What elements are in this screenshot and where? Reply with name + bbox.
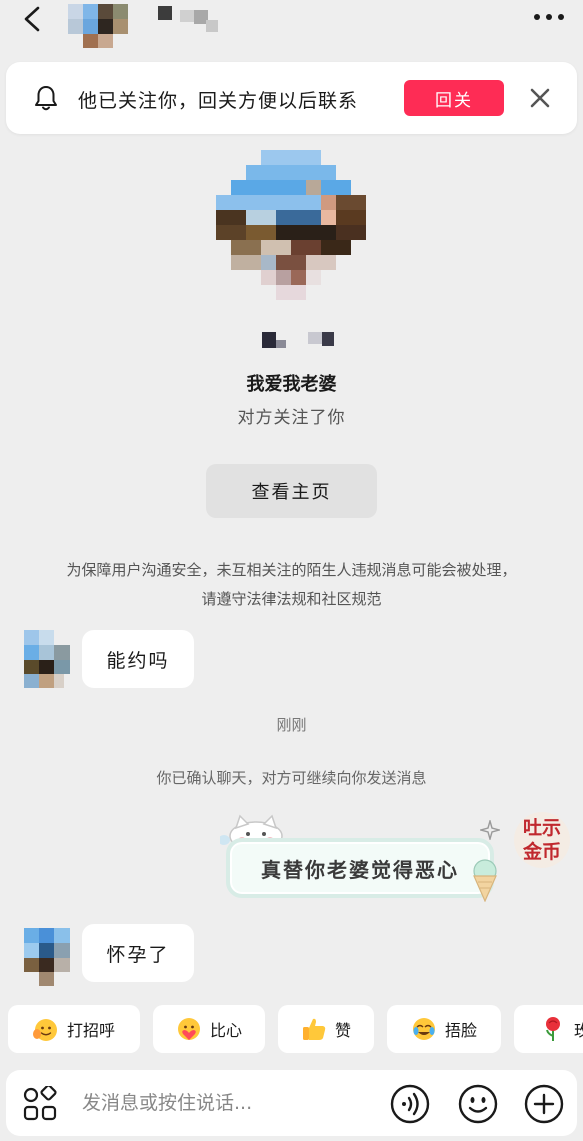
more-options-icon[interactable] (531, 6, 567, 28)
quick-reply-label: 赞 (334, 1021, 351, 1040)
emoji-icon[interactable] (458, 1084, 498, 1124)
wave-emoji-icon (32, 1019, 57, 1041)
profile-avatar[interactable] (216, 150, 366, 305)
profile-id-redacted (262, 332, 334, 348)
profile-follow-status: 对方关注了你 (237, 408, 346, 428)
quick-reply-label: 玫 (574, 1021, 583, 1040)
ice-cream-icon (473, 859, 497, 902)
safety-notice: 为保障用户沟通安全，未互相关注的陌生人违规消息可能会被处理，请遵守法律法规和社区… (66, 561, 517, 608)
apps-grid-icon[interactable] (22, 1086, 58, 1122)
message-input-bar (6, 1070, 577, 1136)
view-profile-button[interactable]: 查看主页 (206, 464, 377, 518)
quick-reply-chip[interactable]: 赞 (278, 1005, 374, 1053)
heart-hands-emoji-icon (177, 1018, 200, 1040)
header-username (158, 6, 218, 32)
sparkle-icon (480, 820, 500, 840)
follow-back-button[interactable]: 回关 (404, 80, 504, 116)
message-input[interactable] (82, 1088, 362, 1118)
thumbs-up-emoji-icon (302, 1018, 326, 1040)
sender-avatar[interactable] (24, 630, 70, 688)
plus-icon[interactable] (524, 1084, 564, 1124)
profile-name: 我爱我老婆 (246, 374, 337, 395)
quick-reply-label: 比心 (209, 1021, 242, 1040)
header-avatar[interactable] (68, 4, 128, 48)
chat-system-message: 你已确认聊天，对方可继续向你发送消息 (156, 769, 427, 787)
quick-reply-label: 捂脸 (444, 1021, 477, 1040)
follow-notification-banner: 他已关注你，回关方便以后联系 回关 (6, 62, 577, 134)
back-arrow-icon[interactable] (18, 4, 48, 34)
sticker-text: 真替你老婆觉得恶心 (226, 838, 494, 898)
quick-reply-chip[interactable]: 比心 (153, 1005, 265, 1053)
top-bar (0, 0, 583, 48)
quick-reply-label: 打招呼 (66, 1021, 115, 1040)
banner-message: 他已关注你，回关方便以后联系 (78, 90, 359, 112)
quick-reply-chip[interactable]: 打招呼 (8, 1005, 140, 1053)
sticker-message[interactable]: 真替你老婆觉得恶心 (212, 810, 504, 906)
received-message-bubble[interactable]: 能约吗 (82, 630, 194, 688)
my-avatar[interactable]: 吐示 金币 (514, 812, 570, 868)
rose-emoji-icon (546, 1017, 560, 1041)
close-icon[interactable] (528, 86, 552, 110)
chat-timestamp: 刚刚 (276, 716, 307, 734)
my-avatar-text: 吐示 金币 (522, 817, 562, 863)
received-message-bubble[interactable]: 怀孕了 (82, 924, 194, 982)
sender-avatar[interactable] (24, 928, 70, 986)
quick-reply-chip[interactable]: 玫 (514, 1005, 583, 1053)
quick-reply-chip[interactable]: 捂脸 (387, 1005, 501, 1053)
quick-reply-bar: 打招呼 比心 赞 捂脸 玫 (0, 1005, 583, 1057)
voice-icon[interactable] (390, 1084, 430, 1124)
facepalm-emoji-icon (412, 1018, 435, 1040)
bell-icon (35, 86, 57, 111)
